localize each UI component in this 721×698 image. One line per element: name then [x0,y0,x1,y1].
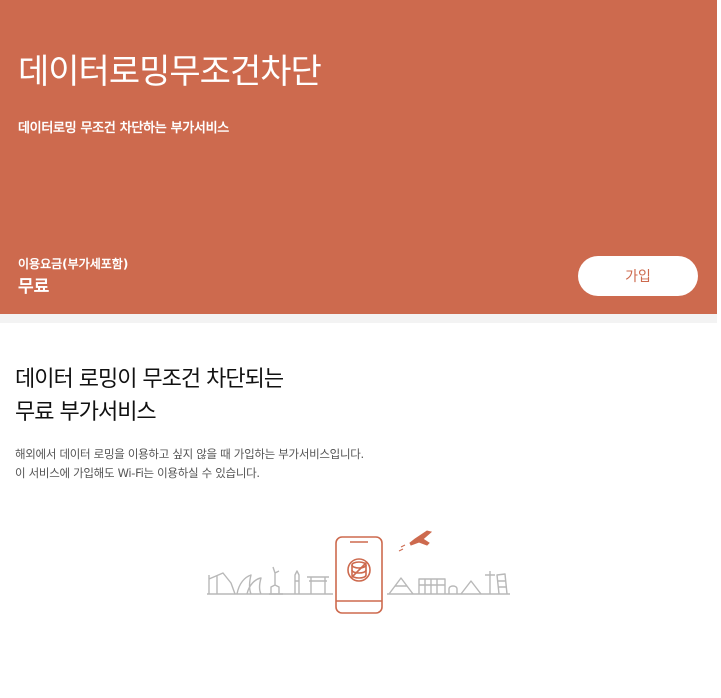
fee-label: 이용요금(부가세포함) [18,257,129,271]
service-hero-banner: 데이터로밍무조건차단 데이터로밍 무조건 차단하는 부가서비스 이용요금(부가세… [0,0,717,314]
section-description-line-2: 이 서비스에 가입해도 Wi-Fi는 이용하실 수 있습니다. [15,466,260,480]
section-heading-line-2: 무료 부가서비스 [15,400,157,425]
airplane-icon [398,530,433,552]
section-description-line-1: 해외에서 데이터 로밍을 이용하고 싶지 않을 때 가입하는 부가서비스입니다. [15,447,364,461]
section-heading-line-1: 데이터 로밍이 무조건 차단되는 [15,367,284,392]
fee-value: 무료 [18,277,50,297]
service-subtitle: 데이터로밍 무조건 차단하는 부가서비스 [18,121,229,136]
service-description-section: 데이터 로밍이 무조건 차단되는 무료 부가서비스 해외에서 데이터 로밍을 이… [0,323,717,698]
roaming-block-illustration [205,523,515,623]
section-description: 해외에서 데이터 로밍을 이용하고 싶지 않을 때 가입하는 부가서비스입니다.… [15,445,364,483]
section-heading: 데이터 로밍이 무조건 차단되는 무료 부가서비스 [15,363,284,429]
right-edge-strip [717,0,721,698]
phone-blocked-data-icon [335,536,383,614]
join-button[interactable]: 가입 [578,256,698,296]
illustration-svg [207,530,510,614]
service-title: 데이터로밍무조건차단 [18,52,322,92]
